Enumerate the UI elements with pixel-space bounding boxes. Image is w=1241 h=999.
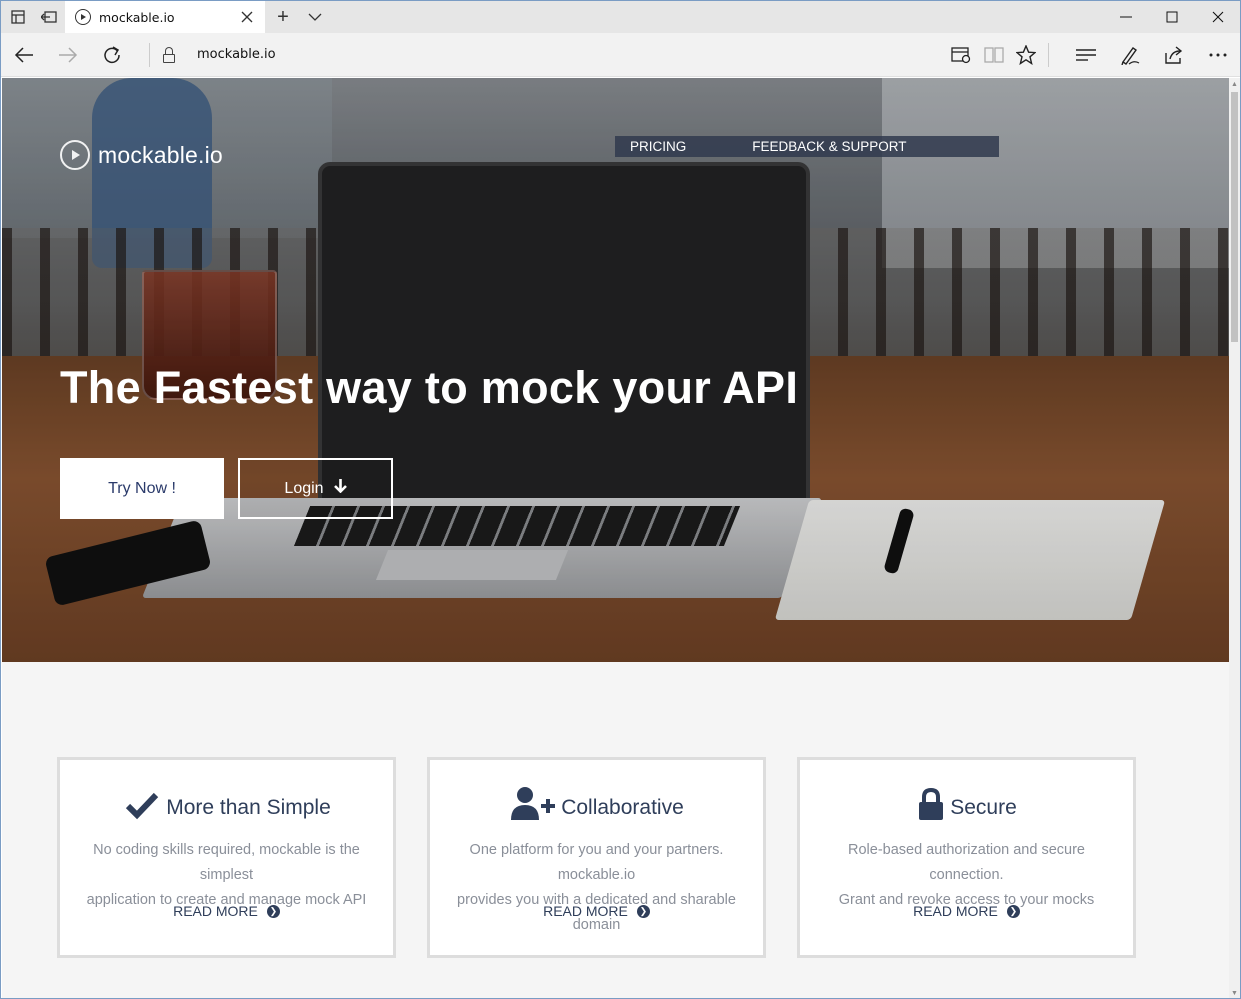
feature-card-simple: More than Simple No coding skills requir…: [57, 757, 396, 958]
hub-menu-icon[interactable]: [1073, 42, 1099, 68]
arrow-down-icon: [333, 479, 347, 498]
page-scrollbar[interactable]: ▲ ▼: [1229, 78, 1240, 998]
read-more-label: READ MORE: [543, 903, 628, 919]
toolbar-separator: [1048, 43, 1049, 67]
browser-window: mockable.io + mockable.io mockable.io PR…: [0, 0, 1241, 999]
login-label: Login: [284, 479, 324, 497]
address-bar: mockable.io: [1, 33, 1240, 77]
new-tab-icon[interactable]: +: [273, 6, 293, 28]
feature-heading: Secure: [800, 786, 1133, 820]
feature-heading: More than Simple: [60, 786, 393, 820]
add-user-icon: [509, 786, 557, 820]
back-button[interactable]: [9, 40, 39, 70]
try-now-button[interactable]: Try Now !: [60, 458, 224, 519]
read-more-link[interactable]: READ MORE ❯: [430, 903, 763, 919]
login-button[interactable]: Login: [238, 458, 393, 519]
scrollbar-thumb[interactable]: [1231, 92, 1238, 342]
tabs-aside-icon[interactable]: [8, 7, 28, 27]
feature-description: Role-based authorization and secure conn…: [800, 838, 1133, 913]
read-more-label: READ MORE: [913, 903, 998, 919]
try-now-label: Try Now !: [108, 479, 176, 497]
minimize-button[interactable]: [1103, 1, 1149, 33]
chevron-circle-right-icon: ❯: [636, 904, 650, 918]
scroll-up-icon[interactable]: ▲: [1229, 78, 1240, 90]
feature-description: One platform for you and your partners. …: [430, 838, 763, 938]
window-close-button[interactable]: [1195, 1, 1240, 33]
favorite-star-icon[interactable]: [1013, 42, 1039, 68]
chevron-circle-right-icon: ❯: [266, 904, 280, 918]
book-icon[interactable]: [981, 42, 1007, 68]
feature-desc-line: One platform for you and your partners. …: [469, 842, 724, 883]
more-options-icon[interactable]: [1205, 42, 1231, 68]
feature-desc-line: Role-based authorization and secure conn…: [848, 842, 1085, 883]
web-note-pen-icon[interactable]: [1117, 42, 1143, 68]
tab-mockable[interactable]: mockable.io: [65, 1, 265, 33]
feature-card-collaborative: Collaborative One platform for you and y…: [427, 757, 766, 958]
feature-desc-line: No coding skills required, mockable is t…: [93, 842, 360, 883]
reading-view-icon[interactable]: [948, 42, 974, 68]
feature-title: Secure: [950, 796, 1017, 819]
tab-bar: mockable.io +: [1, 1, 1240, 33]
top-navigation: PRICING FEEDBACK & SUPPORT: [615, 136, 999, 157]
page-content: mockable.io PRICING FEEDBACK & SUPPORT T…: [2, 78, 1229, 998]
read-more-link[interactable]: READ MORE ❯: [800, 903, 1133, 919]
scroll-down-icon[interactable]: ▼: [1229, 987, 1240, 998]
tab-close-icon[interactable]: [237, 7, 257, 27]
feature-title: Collaborative: [561, 796, 684, 819]
address-separator: [149, 43, 150, 67]
feature-description: No coding skills required, mockable is t…: [60, 838, 393, 913]
tab-title: mockable.io: [99, 9, 175, 25]
nav-pricing-link[interactable]: PRICING: [630, 139, 686, 154]
hero-headline: The Fastest way to mock your API: [60, 362, 799, 413]
read-more-link[interactable]: READ MORE ❯: [60, 903, 393, 919]
checkmark-icon: [122, 786, 162, 820]
lock-icon[interactable]: [163, 47, 175, 63]
brand-name: mockable.io: [98, 141, 223, 168]
lock-icon: [916, 786, 946, 820]
chevron-circle-right-icon: ❯: [1006, 904, 1020, 918]
nav-feedback-link[interactable]: FEEDBACK & SUPPORT: [752, 139, 906, 154]
forward-button[interactable]: [53, 40, 83, 70]
site-favicon-icon: [75, 9, 91, 25]
set-tabs-aside-icon[interactable]: [39, 7, 59, 27]
site-brand[interactable]: mockable.io: [60, 140, 223, 170]
mockable-logo-icon: [60, 140, 90, 170]
url-field[interactable]: mockable.io: [197, 47, 276, 62]
feature-card-secure: Secure Role-based authorization and secu…: [797, 757, 1136, 958]
hero-section: mockable.io PRICING FEEDBACK & SUPPORT T…: [2, 78, 1229, 662]
feature-heading: Collaborative: [430, 786, 763, 820]
share-icon[interactable]: [1161, 42, 1187, 68]
maximize-button[interactable]: [1149, 1, 1195, 33]
refresh-button[interactable]: [97, 40, 127, 70]
feature-title: More than Simple: [166, 796, 331, 819]
read-more-label: READ MORE: [173, 903, 258, 919]
tab-list-chevron-icon[interactable]: [305, 7, 325, 27]
